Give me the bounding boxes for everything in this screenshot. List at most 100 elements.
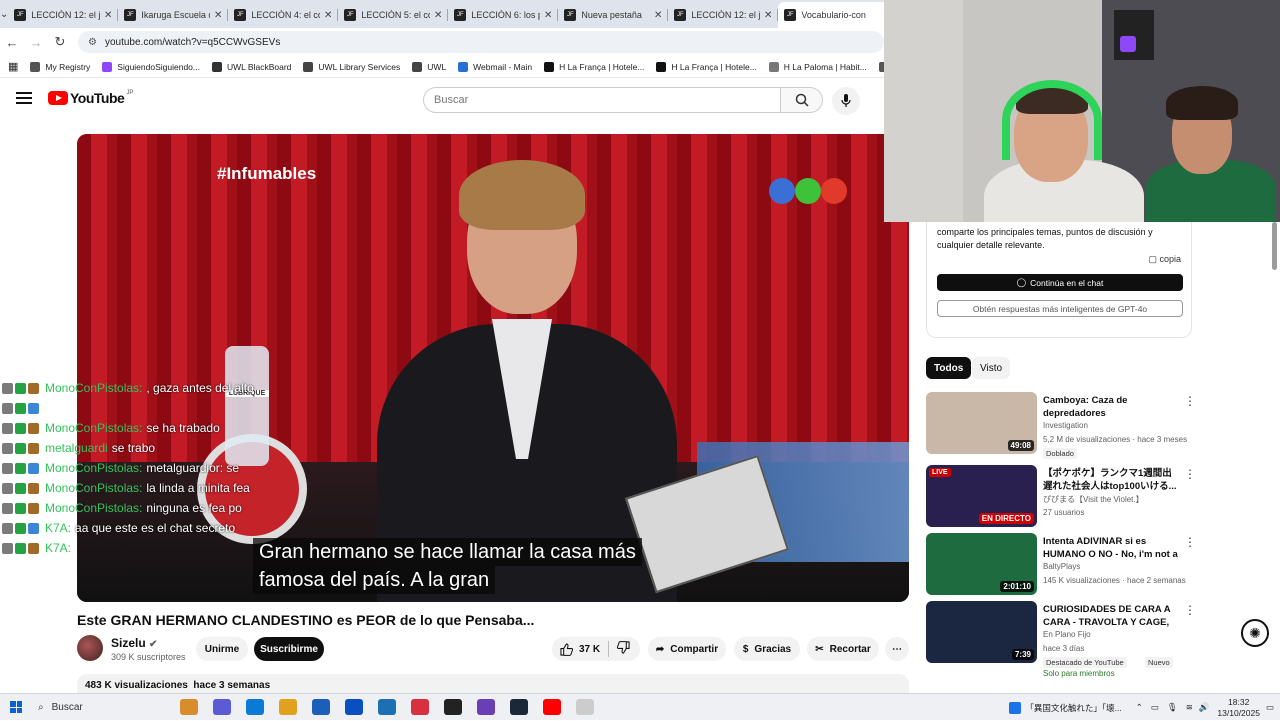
twitch-logo-icon xyxy=(1120,36,1136,52)
news-widget-icon[interactable] xyxy=(1009,701,1022,714)
taskbar-app-icon[interactable] xyxy=(542,699,561,715)
menu-icon[interactable] xyxy=(16,92,32,104)
subscribe-button[interactable]: Suscribirme xyxy=(254,637,324,661)
browser-tab[interactable]: JF LECCIÓN 12: el ja ✕ xyxy=(668,2,779,28)
tray-chevron-icon[interactable]: ⌃ xyxy=(1136,702,1143,713)
tab-search-icon[interactable]: ⌄ xyxy=(0,0,8,28)
bookmark-item[interactable]: UWL xyxy=(412,61,446,72)
taskbar-app-icon[interactable] xyxy=(344,699,363,715)
close-tab-icon[interactable]: ✕ xyxy=(654,10,662,21)
clock[interactable]: 18:32 13/10/2025 xyxy=(1217,697,1260,719)
thanks-button[interactable]: $ Gracias xyxy=(734,637,800,661)
close-tab-icon[interactable]: ✕ xyxy=(104,10,112,21)
close-tab-icon[interactable]: ✕ xyxy=(324,10,332,21)
browser-tab[interactable]: JF LECCIÓN 5: el cor ✕ xyxy=(338,2,449,28)
taskbar-app-icon[interactable] xyxy=(212,699,231,715)
recommended-video[interactable]: 49:08 Camboya: Caza de depredadores Invest… xyxy=(926,392,1196,459)
recommended-video-title[interactable]: Camboya: Caza de depredadores xyxy=(1043,394,1179,420)
continue-in-chat-button[interactable]: ◯ Continúa en el chat xyxy=(937,274,1183,291)
bookmark-item[interactable]: My Registry xyxy=(30,61,90,72)
recommended-video-title[interactable]: 【ポケポケ】ランクマ1週間出遅れた社会人はtop100いける... xyxy=(1043,467,1179,493)
video-thumbnail[interactable]: 7:39 xyxy=(926,601,1037,663)
address-bar[interactable]: ⚙ youtube.com/watch?v=q5CCWvGSEVs xyxy=(78,31,884,53)
close-tab-icon[interactable]: ✕ xyxy=(544,10,552,21)
recommended-video-title[interactable]: Intenta ADIVINAR si es HUMANO O NO - No,… xyxy=(1043,535,1179,561)
taskbar-search[interactable]: ⌕ Buscar xyxy=(32,702,172,713)
browser-tab[interactable]: JF Nueva pestaña ✕ xyxy=(558,2,669,28)
recommended-channel[interactable]: Investigation xyxy=(1043,421,1088,430)
chip-seen[interactable]: Visto xyxy=(972,357,1011,379)
scrollbar-thumb[interactable] xyxy=(1272,222,1277,270)
video-thumbnail[interactable]: 2:01:10 xyxy=(926,533,1037,595)
chat-badges xyxy=(2,522,41,534)
news-headline[interactable]: 「異国文化触れた」「壊... xyxy=(1025,702,1121,714)
youtube-logo[interactable]: YouTube JP xyxy=(48,90,133,106)
share-button[interactable]: ➦ Compartir xyxy=(648,637,726,661)
close-tab-icon[interactable]: ✕ xyxy=(214,10,222,21)
more-options-icon[interactable]: ⋮ xyxy=(1184,394,1196,408)
gpt-answers-button[interactable]: Obtén respuestas más inteligentes de GPT… xyxy=(937,300,1183,317)
taskbar-app-icon[interactable] xyxy=(410,699,429,715)
taskbar-app-icon[interactable] xyxy=(509,699,528,715)
bookmark-item[interactable]: SiguiendoSiguiendo... xyxy=(102,61,200,72)
more-options-icon[interactable]: ⋮ xyxy=(1184,467,1196,481)
voice-search-button[interactable] xyxy=(832,87,860,115)
taskbar-app-icon[interactable] xyxy=(245,699,264,715)
video-thumbnail[interactable]: 49:08 xyxy=(926,392,1037,454)
channel-name[interactable]: Sizelu ✔ xyxy=(111,636,157,650)
taskbar-app-icon[interactable] xyxy=(179,699,198,715)
recommended-video[interactable]: 2:01:10 Intenta ADIVINAR si es HUMANO O N… xyxy=(926,533,1196,595)
browser-tab[interactable]: JF LECCIÓN 6: los pr ✕ xyxy=(448,2,559,28)
search-button[interactable] xyxy=(781,87,823,113)
bookmark-item[interactable]: H La Paloma | Habit... xyxy=(768,61,867,72)
browser-tab[interactable]: JF Vocabulario-con xyxy=(778,2,889,28)
browser-tab[interactable]: JF Ikaruga Escuela d ✕ xyxy=(118,2,229,28)
recommended-video-title[interactable]: CURIOSIDADES DE CARA A CARA - TRAVOLTA Y… xyxy=(1043,603,1179,629)
chip-all[interactable]: Todos xyxy=(926,357,972,379)
ai-assistant-icon[interactable]: ✺ xyxy=(1241,619,1269,647)
like-button[interactable]: 37 K xyxy=(560,642,600,656)
notifications-icon[interactable]: ▭ xyxy=(1266,702,1274,713)
search-input[interactable]: Buscar xyxy=(423,87,781,113)
browser-tab[interactable]: JF LECCIÓN 4: el cor ✕ xyxy=(228,2,339,28)
close-tab-icon[interactable]: ✕ xyxy=(434,10,442,21)
taskbar-app-icon[interactable] xyxy=(311,699,330,715)
more-options-icon[interactable]: ⋮ xyxy=(1184,535,1196,549)
more-actions-icon[interactable]: ⋯ xyxy=(885,637,909,661)
reload-icon[interactable]: ↻ xyxy=(48,34,72,50)
recommended-channel[interactable]: En Plano Fijo xyxy=(1043,630,1091,639)
windows-start-button[interactable] xyxy=(0,701,32,713)
channel-avatar[interactable] xyxy=(77,635,103,661)
dislike-button[interactable] xyxy=(617,641,630,657)
copy-button[interactable]: ▢ copia xyxy=(1148,254,1181,265)
taskbar-app-icon[interactable] xyxy=(575,699,594,715)
site-info-icon[interactable]: ⚙ xyxy=(88,37,97,48)
browser-tab[interactable]: JF LECCIÓN 12: el ja ✕ xyxy=(8,2,119,28)
bookmark-item[interactable]: H La França | Hotele... xyxy=(656,61,757,72)
taskbar-app-icon[interactable] xyxy=(476,699,495,715)
bookmark-item[interactable]: UWL Library Services xyxy=(303,61,400,72)
apps-grid-icon[interactable]: ▦ xyxy=(8,60,18,73)
microphone-tray-icon[interactable]: 🎙 xyxy=(1167,702,1178,713)
close-tab-icon[interactable]: ✕ xyxy=(764,10,772,21)
wifi-icon[interactable]: ≋ xyxy=(1186,702,1193,713)
forward-icon[interactable]: → xyxy=(24,35,48,50)
join-button[interactable]: Unirme xyxy=(196,637,248,661)
scrollbar[interactable] xyxy=(1270,222,1278,692)
volume-icon[interactable]: 🔊 xyxy=(1199,702,1210,713)
recommended-video[interactable]: 7:39 CURIOSIDADES DE CARA A CARA - TRAVOL… xyxy=(926,601,1196,678)
recommended-channel[interactable]: BaltyPlays xyxy=(1043,562,1080,571)
recommended-channel[interactable]: ぴぴまる【Visit the Violet.】 xyxy=(1043,494,1144,505)
recommended-video[interactable]: LIVE EN DIRECTO 【ポケポケ】ランクマ1週間出遅れた社会人はtop10… xyxy=(926,465,1196,527)
bookmark-item[interactable]: Webmail - Main xyxy=(458,61,532,72)
network-icon[interactable]: ▭ xyxy=(1151,702,1159,713)
taskbar-app-icon[interactable] xyxy=(377,699,396,715)
taskbar-app-icon[interactable] xyxy=(278,699,297,715)
back-icon[interactable]: ← xyxy=(0,35,24,50)
bookmark-item[interactable]: H La França | Hotele... xyxy=(544,61,644,72)
video-thumbnail[interactable]: LIVE EN DIRECTO xyxy=(926,465,1037,527)
taskbar-app-icon[interactable] xyxy=(443,699,462,715)
bookmark-item[interactable]: UWL BlackBoard xyxy=(212,61,291,72)
more-options-icon[interactable]: ⋮ xyxy=(1184,603,1196,617)
clip-button[interactable]: ✂ Recortar xyxy=(807,637,879,661)
